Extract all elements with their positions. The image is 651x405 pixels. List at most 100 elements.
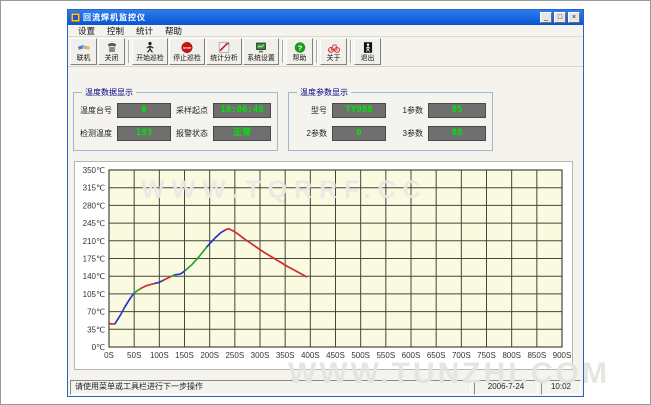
group-temperature-data: 温度数据显示 温度台号 0 采样起点 10:06:48 检测温度 193 报警状… xyxy=(73,87,278,151)
svg-text:315℃: 315℃ xyxy=(83,184,105,193)
app-window: 回流焊机监控仪 _ □ × 设置 控制 统计 帮助 联机 xyxy=(67,9,584,397)
status-bar: 请使用菜单或工具栏进行下一步操作 2006-7-24 10:02 xyxy=(70,380,581,395)
toolbar-separator xyxy=(350,40,352,63)
status-date: 2006-7-24 xyxy=(474,380,538,395)
close-button[interactable]: × xyxy=(568,12,580,23)
svg-text:150S: 150S xyxy=(175,351,194,360)
menu-item-settings[interactable]: 设置 xyxy=(72,25,101,37)
svg-text:50S: 50S xyxy=(127,351,141,360)
svg-text:300S: 300S xyxy=(251,351,270,360)
svg-text:35℃: 35℃ xyxy=(87,325,105,334)
led-measured-temp: 193 xyxy=(117,126,171,141)
exit-door-icon xyxy=(361,41,375,54)
toolbar-button-exit[interactable]: 退出 xyxy=(354,38,381,65)
toolbar-button-help[interactable]: ? 帮助 xyxy=(286,38,313,65)
toolbar-button-start-patrol[interactable]: 开始巡检 xyxy=(132,38,168,65)
svg-text:600S: 600S xyxy=(402,351,421,360)
svg-text:140℃: 140℃ xyxy=(83,272,105,281)
window-title: 回流焊机监控仪 xyxy=(83,12,538,23)
led-alarm-status: 正常 xyxy=(213,126,271,141)
svg-text:700S: 700S xyxy=(452,351,471,360)
handshake-icon xyxy=(77,41,91,54)
inspector-person-icon xyxy=(143,41,157,54)
svg-text:?: ? xyxy=(297,43,302,52)
menu-item-help[interactable]: 帮助 xyxy=(159,25,188,37)
toolbar-separator xyxy=(282,40,284,63)
svg-text:0S: 0S xyxy=(104,351,114,360)
toolbar-label: 联机 xyxy=(77,54,91,61)
toolbar-label: 统计分析 xyxy=(210,54,238,61)
svg-text:280℃: 280℃ xyxy=(83,201,105,210)
bicycle-icon xyxy=(327,41,341,54)
svg-text:175℃: 175℃ xyxy=(83,255,105,264)
field-label-alarm-status: 报警状态 xyxy=(176,128,208,139)
svg-text:550S: 550S xyxy=(376,351,395,360)
toolbar-label: 关于 xyxy=(327,54,341,61)
led-unit-number: 0 xyxy=(117,103,171,118)
temperature-chart: 0S 50S 100S 150S 200S 250S 300S 350S 400S 450S 500… xyxy=(75,162,572,369)
led-param-2: 0 xyxy=(332,126,386,141)
phone-icon xyxy=(105,41,119,54)
led-param-3: 88 xyxy=(428,126,486,141)
chart-panel: 0S 50S 100S 150S 200S 250S 300S 350S 400S 450S 500… xyxy=(74,161,573,370)
minimize-button[interactable]: _ xyxy=(540,12,552,23)
toolbar-label: 退出 xyxy=(361,54,375,61)
svg-text:350S: 350S xyxy=(276,351,295,360)
svg-text:750S: 750S xyxy=(477,351,496,360)
group-temperature-params: 温度参数显示 型号 TY988 1参数 95 2参数 0 3参数 88 xyxy=(288,87,493,151)
group-title: 温度数据显示 xyxy=(82,87,136,98)
analysis-pen-icon xyxy=(217,41,231,54)
svg-text:500S: 500S xyxy=(351,351,370,360)
led-param-1: 95 xyxy=(428,103,486,118)
question-mark-icon: ? xyxy=(293,41,307,54)
menu-item-control[interactable]: 控制 xyxy=(101,25,130,37)
svg-text:800S: 800S xyxy=(502,351,521,360)
toolbar-button-statistics[interactable]: 统计分析 xyxy=(206,38,242,65)
group-title: 温度参数显示 xyxy=(297,87,351,98)
svg-text:0℃: 0℃ xyxy=(92,343,105,352)
svg-text:STOP: STOP xyxy=(183,46,191,50)
svg-text:100S: 100S xyxy=(150,351,169,360)
toolbar: 联机 关闭 开始巡检 STOP xyxy=(68,37,583,67)
toolbar-label: 系统设置 xyxy=(247,54,275,61)
toolbar-button-stop-patrol[interactable]: STOP 停止巡检 xyxy=(169,38,205,65)
field-label-sample-start: 采样起点 xyxy=(176,105,208,116)
svg-text:250S: 250S xyxy=(225,351,244,360)
status-message: 请使用菜单或工具栏进行下一步操作 xyxy=(70,380,471,395)
svg-text:105℃: 105℃ xyxy=(83,290,105,299)
field-label-model: 型号 xyxy=(295,105,327,116)
toolbar-button-close[interactable]: 关闭 xyxy=(98,38,125,65)
toolbar-separator xyxy=(316,40,318,63)
field-label-param-1: 1参数 xyxy=(391,105,423,116)
field-label-unit-number: 温度台号 xyxy=(80,105,112,116)
svg-text:650S: 650S xyxy=(427,351,446,360)
svg-text:245℃: 245℃ xyxy=(83,219,105,228)
toolbar-label: 帮助 xyxy=(293,54,307,61)
field-label-param-3: 3参数 xyxy=(391,128,423,139)
svg-text:210℃: 210℃ xyxy=(83,237,105,246)
title-bar: 回流焊机监控仪 _ □ × xyxy=(68,10,583,25)
svg-text:70℃: 70℃ xyxy=(87,308,105,317)
toolbar-button-about[interactable]: 关于 xyxy=(320,38,347,65)
toolbar-button-system-settings[interactable]: 系统设置 xyxy=(243,38,279,65)
svg-text:900S: 900S xyxy=(553,351,572,360)
toolbar-button-connect[interactable]: 联机 xyxy=(70,38,97,65)
menu-item-statistics[interactable]: 统计 xyxy=(130,25,159,37)
toolbar-label: 停止巡检 xyxy=(173,54,201,61)
svg-text:200S: 200S xyxy=(200,351,219,360)
stop-sign-icon: STOP xyxy=(180,41,194,54)
app-icon xyxy=(71,13,80,22)
status-time: 10:02 xyxy=(541,380,581,395)
menu-bar: 设置 控制 统计 帮助 xyxy=(68,25,583,37)
svg-text:400S: 400S xyxy=(301,351,320,360)
field-label-measured-temp: 检测温度 xyxy=(80,128,112,139)
readout-groups: 温度数据显示 温度台号 0 采样起点 10:06:48 检测温度 193 报警状… xyxy=(73,87,583,151)
screenshot-root: 回流焊机监控仪 _ □ × 设置 控制 统计 帮助 联机 xyxy=(0,0,651,405)
restore-button[interactable]: □ xyxy=(554,12,566,23)
svg-text:850S: 850S xyxy=(527,351,546,360)
svg-text:450S: 450S xyxy=(326,351,345,360)
svg-text:350℃: 350℃ xyxy=(83,166,105,175)
monitor-icon xyxy=(254,41,268,54)
toolbar-separator xyxy=(128,40,130,63)
led-sample-start: 10:06:48 xyxy=(213,103,271,118)
